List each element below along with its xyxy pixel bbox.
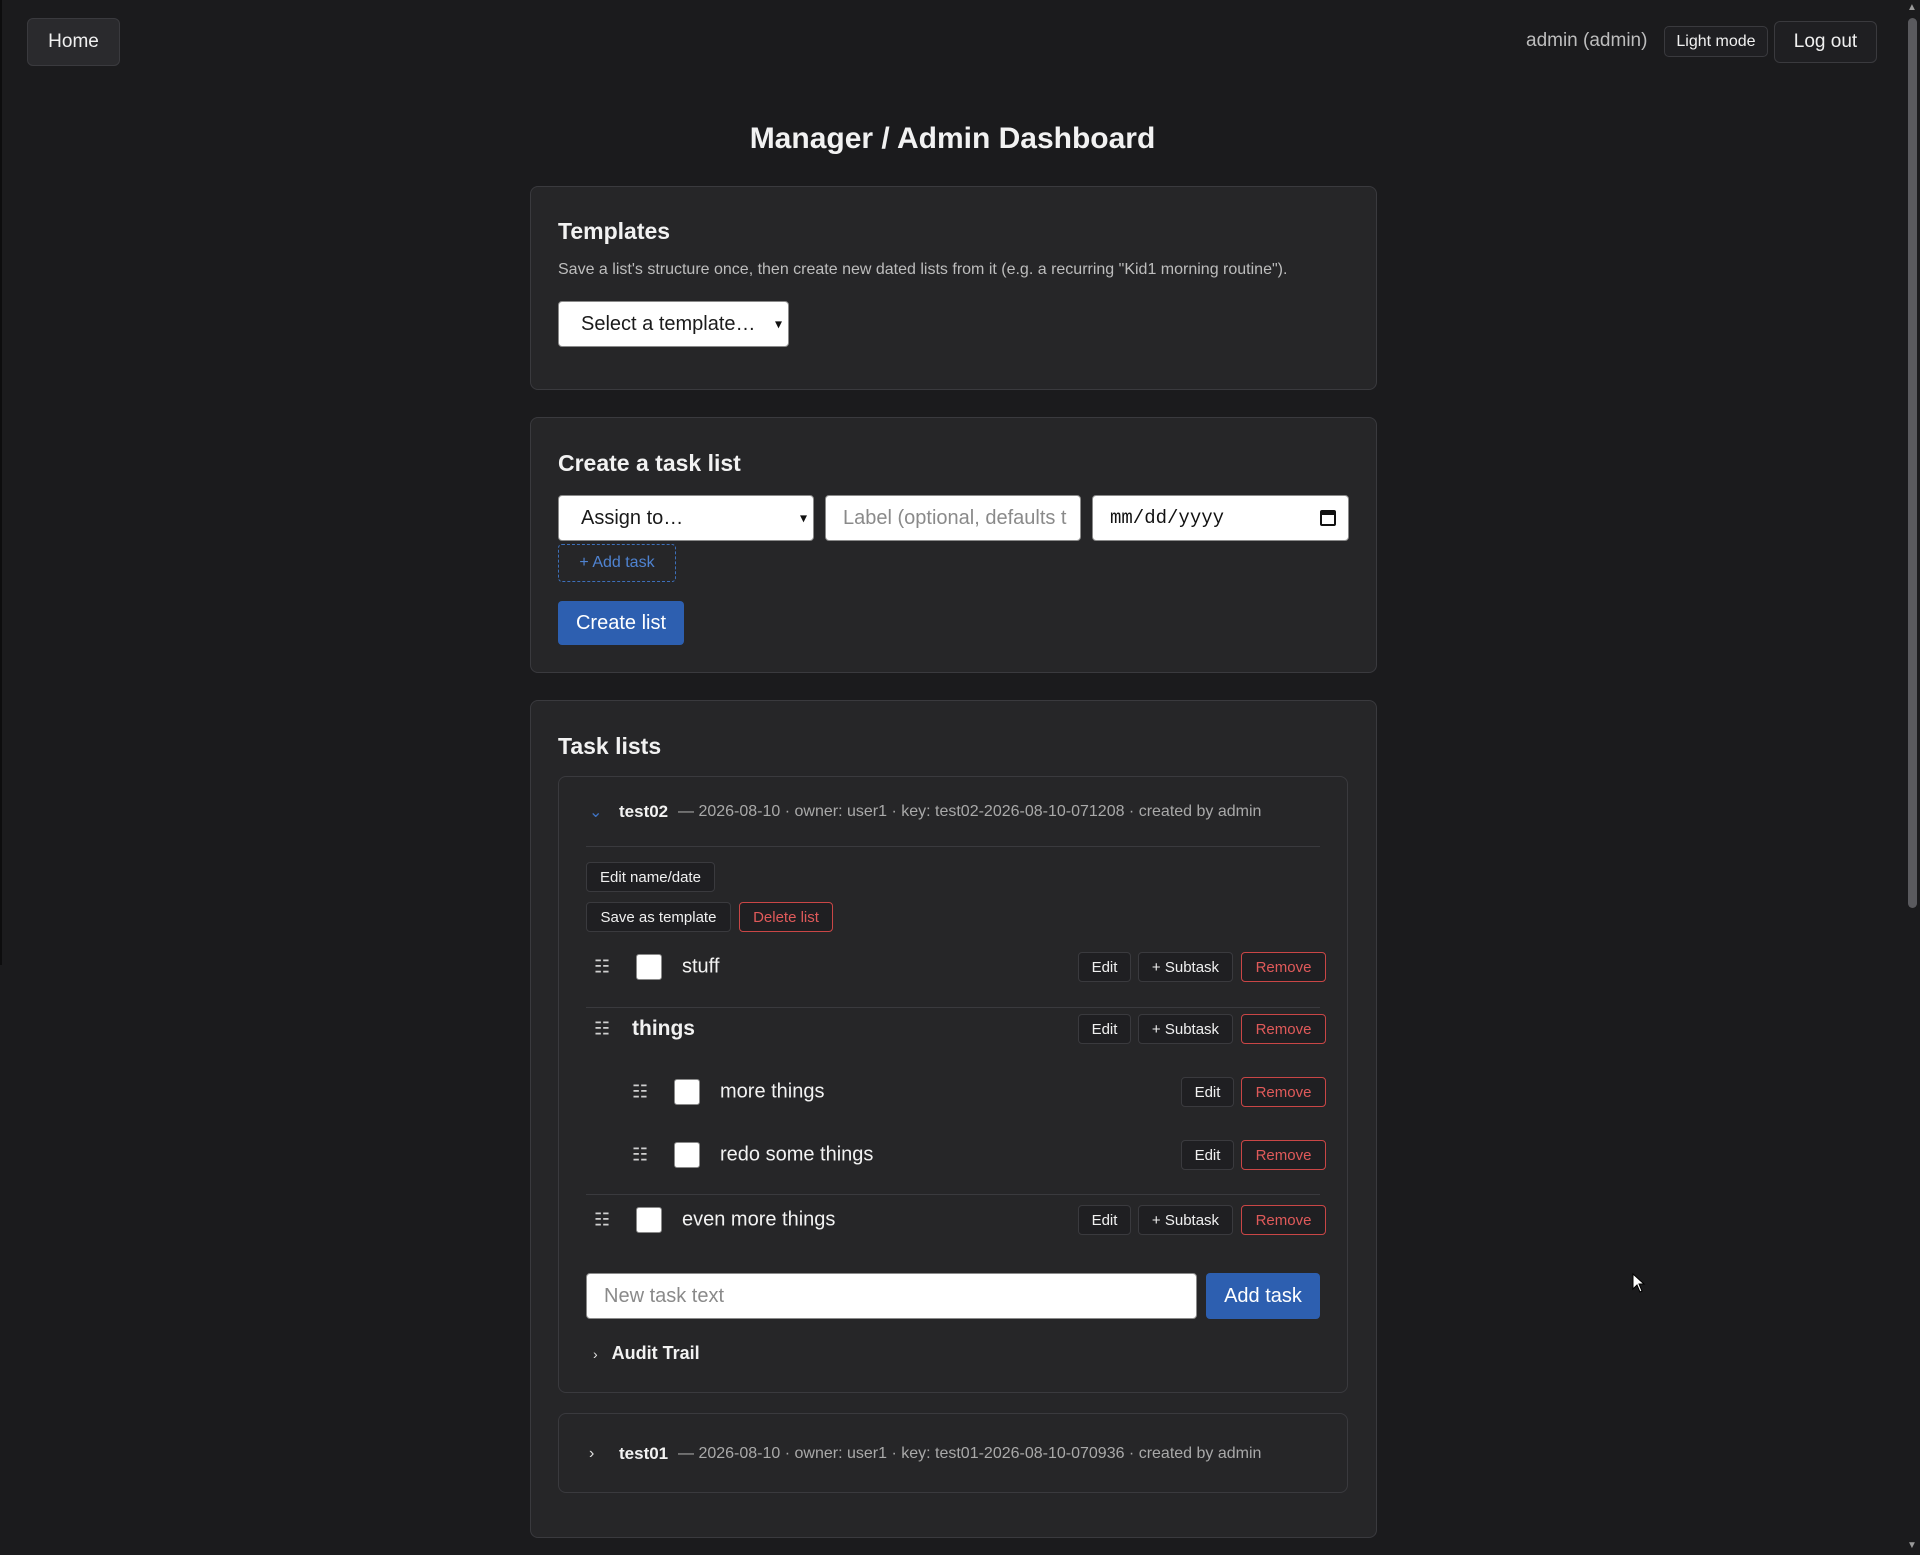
task-group-text: things xyxy=(632,1017,695,1040)
remove-task-button[interactable]: Remove xyxy=(1241,1014,1326,1044)
add-subtask-button[interactable]: + Subtask xyxy=(1138,1205,1233,1235)
task-list-meta: — 2026-08-10 · owner: user1 · key: test0… xyxy=(678,803,1262,820)
create-list-card: Create a task list Assign to… ▾ Label (o… xyxy=(530,417,1377,673)
task-list-panel: › test01 — 2026-08-10 · owner: user1 · k… xyxy=(558,1413,1348,1493)
chevron-down-icon: ▾ xyxy=(799,509,807,526)
audit-trail-toggle[interactable]: › Audit Trail xyxy=(593,1343,700,1364)
page-title: Manager / Admin Dashboard xyxy=(749,122,1156,155)
remove-task-button[interactable]: Remove xyxy=(1241,952,1326,982)
create-list-button[interactable]: Create list xyxy=(558,601,684,645)
task-list-name: test02 xyxy=(619,802,669,821)
mouse-cursor-icon xyxy=(1632,1273,1646,1293)
label-input[interactable]: Label (optional, defaults t xyxy=(825,495,1081,541)
chevron-down-icon: ▾ xyxy=(774,315,782,332)
top-bar: Home admin (admin) Light mode Log out xyxy=(0,0,1900,90)
remove-subtask-button[interactable]: Remove xyxy=(1241,1077,1326,1107)
edit-subtask-button[interactable]: Edit xyxy=(1181,1077,1234,1107)
task-row: ☷ things Edit + Subtask Remove xyxy=(586,1004,1326,1054)
templates-description: Save a list's structure once, then creat… xyxy=(558,261,1288,278)
home-button[interactable]: Home xyxy=(27,18,120,66)
scroll-down-arrow-icon[interactable]: ▼ xyxy=(1907,1540,1917,1551)
task-checkbox[interactable] xyxy=(636,954,662,980)
divider xyxy=(586,846,1320,847)
subtask-row: ☷ more things Edit Remove xyxy=(586,1067,1326,1117)
subtask-checkbox[interactable] xyxy=(674,1142,700,1168)
edit-task-button[interactable]: Edit xyxy=(1078,1014,1131,1044)
task-list-header[interactable]: ⌄ test02 — 2026-08-10 · owner: user1 · k… xyxy=(559,777,1347,847)
remove-subtask-button[interactable]: Remove xyxy=(1241,1140,1326,1170)
audit-trail-label: Audit Trail xyxy=(611,1343,700,1363)
date-placeholder: mm/dd/yyyy xyxy=(1110,507,1225,529)
templates-heading: Templates xyxy=(558,218,671,244)
task-list-header[interactable]: › test01 — 2026-08-10 · owner: user1 · k… xyxy=(559,1414,1347,1494)
add-subtask-button[interactable]: + Subtask xyxy=(1138,952,1233,982)
save-as-template-button[interactable]: Save as template xyxy=(586,902,731,932)
edit-name-date-button[interactable]: Edit name/date xyxy=(586,862,715,892)
chevron-right-icon: › xyxy=(593,1346,598,1362)
task-list-name: test01 xyxy=(619,1444,669,1463)
task-list-panel: ⌄ test02 — 2026-08-10 · owner: user1 · k… xyxy=(558,776,1348,1393)
task-row: ☷ stuff Edit + Subtask Remove xyxy=(586,942,1326,992)
scroll-up-arrow-icon[interactable]: ▲ xyxy=(1907,2,1917,13)
remove-task-button[interactable]: Remove xyxy=(1241,1205,1326,1235)
date-input[interactable]: mm/dd/yyyy xyxy=(1092,495,1349,541)
edit-task-button[interactable]: Edit xyxy=(1078,952,1131,982)
edit-subtask-button[interactable]: Edit xyxy=(1181,1140,1234,1170)
drag-handle-icon[interactable]: ☷ xyxy=(594,957,610,978)
task-list-meta: — 2026-08-10 · owner: user1 · key: test0… xyxy=(678,1445,1262,1462)
assign-select-value: Assign to… xyxy=(581,506,684,529)
create-list-heading: Create a task list xyxy=(558,450,741,476)
task-checkbox[interactable] xyxy=(636,1207,662,1233)
new-task-input[interactable]: New task text xyxy=(586,1273,1197,1319)
logout-button[interactable]: Log out xyxy=(1774,21,1877,63)
task-text: stuff xyxy=(682,955,720,978)
add-task-submit-button[interactable]: Add task xyxy=(1206,1273,1320,1319)
add-subtask-button[interactable]: + Subtask xyxy=(1138,1014,1233,1044)
task-lists-card: Task lists ⌄ test02 — 2026-08-10 · owner… xyxy=(530,700,1377,1538)
chevron-right-icon[interactable]: › xyxy=(589,1445,594,1463)
scrollbar-thumb[interactable] xyxy=(1908,18,1917,908)
add-task-button[interactable]: + Add task xyxy=(558,544,676,582)
drag-handle-icon[interactable]: ☷ xyxy=(594,1210,610,1231)
drag-handle-icon[interactable]: ☷ xyxy=(632,1145,648,1166)
drag-handle-icon[interactable]: ☷ xyxy=(594,1019,610,1040)
user-label: admin (admin) xyxy=(1526,30,1648,51)
templates-card: Templates Save a list's structure once, … xyxy=(530,186,1377,390)
subtask-text: more things xyxy=(720,1080,825,1103)
delete-list-button[interactable]: Delete list xyxy=(739,902,833,932)
light-mode-button[interactable]: Light mode xyxy=(1664,26,1768,57)
template-select[interactable]: Select a template… ▾ xyxy=(558,301,789,347)
drag-handle-icon[interactable]: ☷ xyxy=(632,1082,648,1103)
task-text: even more things xyxy=(682,1208,836,1231)
task-row: ☷ even more things Edit + Subtask Remove xyxy=(586,1195,1326,1245)
template-select-value: Select a template… xyxy=(581,312,756,335)
assign-select[interactable]: Assign to… ▾ xyxy=(558,495,814,541)
edit-task-button[interactable]: Edit xyxy=(1078,1205,1131,1235)
subtask-checkbox[interactable] xyxy=(674,1079,700,1105)
calendar-icon[interactable] xyxy=(1320,510,1336,526)
chevron-down-icon[interactable]: ⌄ xyxy=(589,802,602,822)
subtask-text: redo some things xyxy=(720,1143,874,1166)
task-lists-heading: Task lists xyxy=(558,733,662,759)
subtask-row: ☷ redo some things Edit Remove xyxy=(586,1130,1326,1180)
